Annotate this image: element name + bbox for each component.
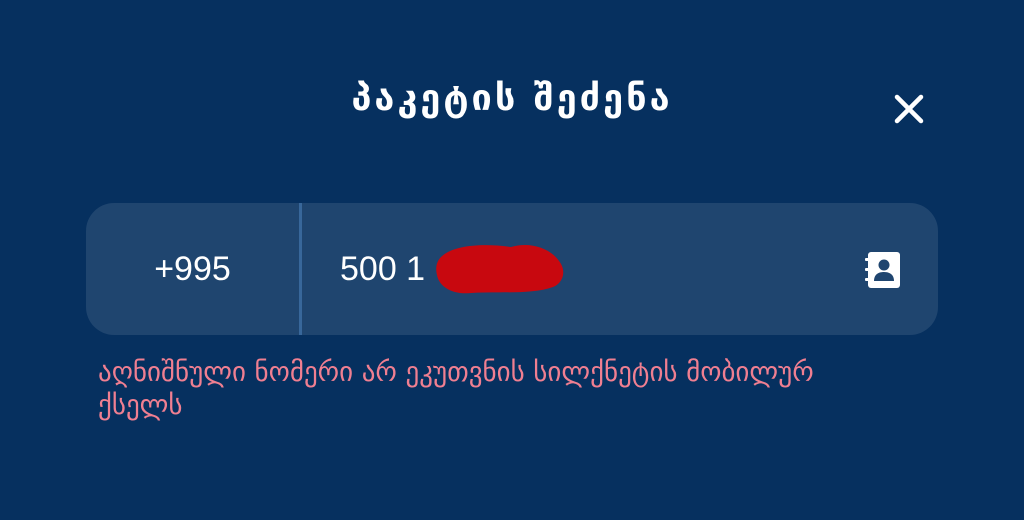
phone-input-wrapper [302, 203, 938, 335]
close-icon [894, 94, 924, 124]
country-code-selector[interactable]: +995 [86, 203, 299, 335]
close-button[interactable] [888, 88, 930, 130]
contact-book-icon [865, 252, 900, 288]
error-message: აღნიშნული ნომერი არ ეკუთვნის სილქნეტის მ… [98, 357, 814, 421]
contacts-button[interactable] [862, 249, 904, 291]
dialog-title: პაკეტის შეძენა [351, 78, 673, 119]
redaction-mark [436, 244, 564, 294]
phone-number-field: +995 [86, 203, 938, 335]
